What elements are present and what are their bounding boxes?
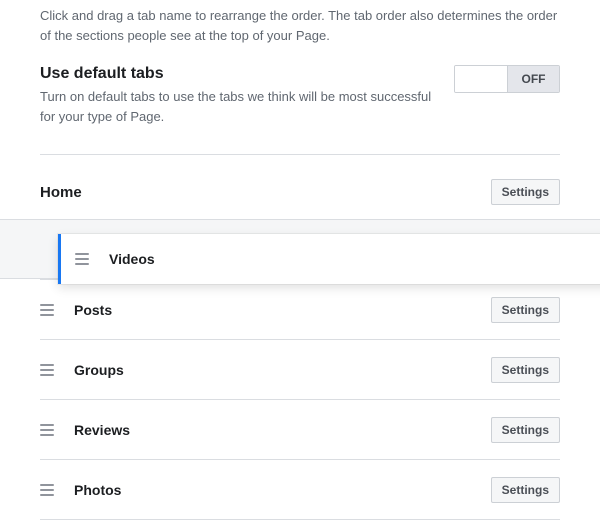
tab-settings-button[interactable]: Settings <box>491 357 560 383</box>
home-row: Home Settings <box>40 155 560 219</box>
dragged-tab-label: Videos <box>109 251 155 267</box>
tab-label: Posts <box>74 302 471 318</box>
tab-list: Posts Settings Groups Settings Reviews S… <box>40 279 560 520</box>
toggle-off-side: OFF <box>507 66 559 92</box>
drag-handle-icon[interactable] <box>40 364 54 376</box>
drag-handle-icon[interactable] <box>40 484 54 496</box>
tab-settings-button[interactable]: Settings <box>491 417 560 443</box>
tab-label: Groups <box>74 362 471 378</box>
default-tabs-section: Use default tabs Turn on default tabs to… <box>40 65 560 155</box>
tab-label: Photos <box>74 482 471 498</box>
drag-handle-icon[interactable] <box>75 253 89 265</box>
tab-row-photos[interactable]: Photos Settings <box>40 460 560 520</box>
toggle-on-side <box>455 66 507 92</box>
default-tabs-toggle[interactable]: OFF <box>454 65 560 93</box>
tab-settings-button[interactable]: Settings <box>491 477 560 503</box>
default-tabs-description: Turn on default tabs to use the tabs we … <box>40 87 442 126</box>
default-tabs-title: Use default tabs <box>40 65 442 83</box>
tab-row-posts[interactable]: Posts Settings <box>40 280 560 340</box>
drag-handle-icon[interactable] <box>40 424 54 436</box>
drag-drop-slot: Videos <box>0 219 600 279</box>
dragged-tab-card[interactable]: Videos <box>58 234 600 284</box>
home-label: Home <box>40 184 82 201</box>
tab-settings-button[interactable]: Settings <box>491 297 560 323</box>
home-settings-button[interactable]: Settings <box>491 179 560 205</box>
tab-row-reviews[interactable]: Reviews Settings <box>40 400 560 460</box>
tab-row-groups[interactable]: Groups Settings <box>40 340 560 400</box>
tab-label: Reviews <box>74 422 471 438</box>
intro-text: Click and drag a tab name to rearrange t… <box>40 0 560 65</box>
drag-handle-icon[interactable] <box>40 304 54 316</box>
